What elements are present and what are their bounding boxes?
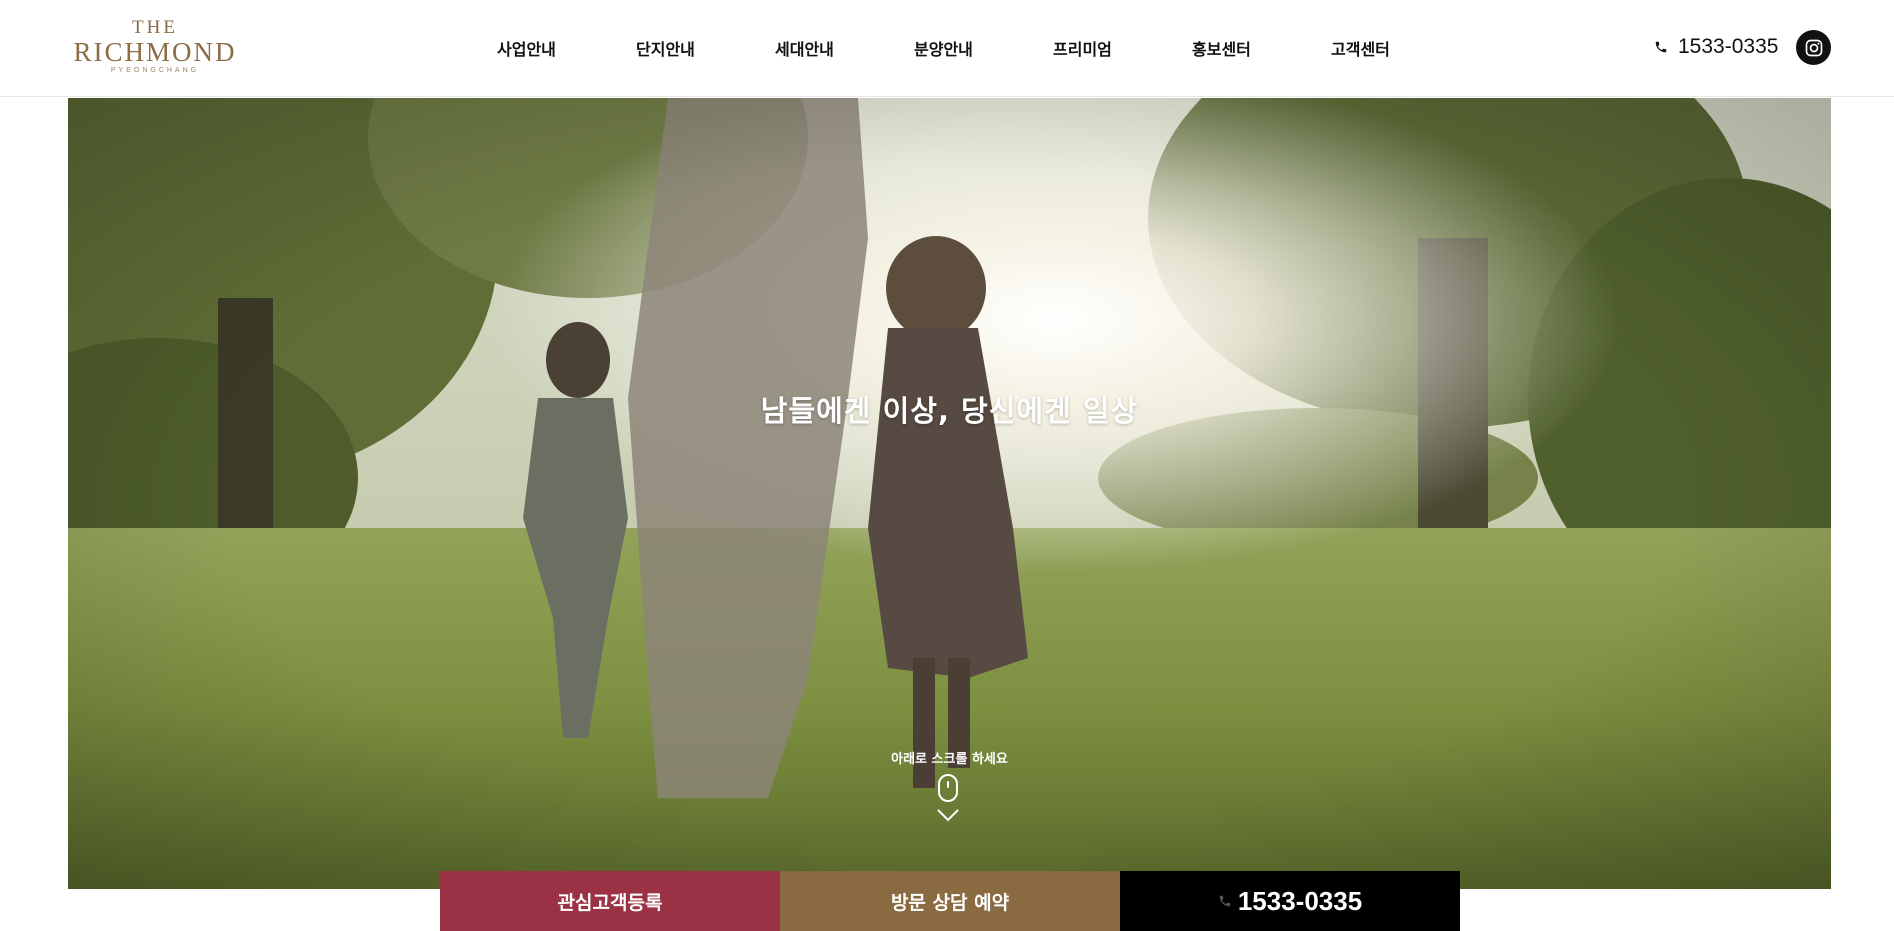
phone-icon bbox=[1219, 895, 1231, 907]
call-button[interactable]: 1533-0335 bbox=[1120, 871, 1460, 931]
visit-reservation-label: 방문 상담 예약 bbox=[890, 891, 1010, 914]
instagram-icon bbox=[1805, 39, 1822, 56]
call-number: 1533-0335 bbox=[1237, 885, 1363, 916]
hero-banner: 남들에겐 이상, 당신에겐 일상 아래로 스크롤 하세요 bbox=[68, 98, 1831, 889]
mouse-icon bbox=[938, 774, 958, 802]
nav-item-complex[interactable]: 단지안내 bbox=[636, 36, 695, 60]
nav-item-units[interactable]: 세대안내 bbox=[775, 36, 834, 60]
register-interest-button[interactable]: 관심고객등록 bbox=[440, 871, 780, 931]
logo-subtitle: PYEONGCHANG bbox=[110, 67, 200, 74]
brand-logo[interactable]: THE RICHMOND PYEONGCHANG bbox=[66, 17, 244, 75]
scroll-hint-text: 아래로 스크롤 하세요 bbox=[891, 752, 1008, 767]
hero-headline: 남들에겐 이상, 당신에겐 일상 bbox=[760, 394, 1139, 428]
nav-item-pr[interactable]: 홍보센터 bbox=[1192, 36, 1251, 60]
main-nav: 사업안내 단지안내 세대안내 분양안내 프리미엄 홍보센터 고객센터 bbox=[470, 0, 1440, 97]
logo-wordmark: RICHMOND bbox=[73, 37, 237, 67]
header-phone[interactable]: 1533-0335 bbox=[1654, 34, 1778, 60]
hero-background-image bbox=[68, 98, 1831, 889]
visit-reservation-button[interactable]: 방문 상담 예약 bbox=[780, 871, 1120, 931]
register-interest-label: 관심고객등록 bbox=[557, 891, 663, 914]
nav-item-premium[interactable]: 프리미엄 bbox=[1053, 36, 1112, 60]
nav-item-business[interactable]: 사업안내 bbox=[497, 36, 556, 60]
instagram-link[interactable] bbox=[1796, 30, 1831, 65]
nav-item-support[interactable]: 고객센터 bbox=[1331, 36, 1390, 60]
phone-icon bbox=[1655, 41, 1667, 53]
header-phone-number: 1533-0335 bbox=[1678, 35, 1779, 58]
chevron-down-icon[interactable] bbox=[937, 808, 959, 822]
logo-the: THE bbox=[132, 17, 178, 38]
site-header: THE RICHMOND PYEONGCHANG 사업안내 단지안내 세대안내 … bbox=[0, 0, 1894, 97]
nav-item-sales[interactable]: 분양안내 bbox=[914, 36, 973, 60]
